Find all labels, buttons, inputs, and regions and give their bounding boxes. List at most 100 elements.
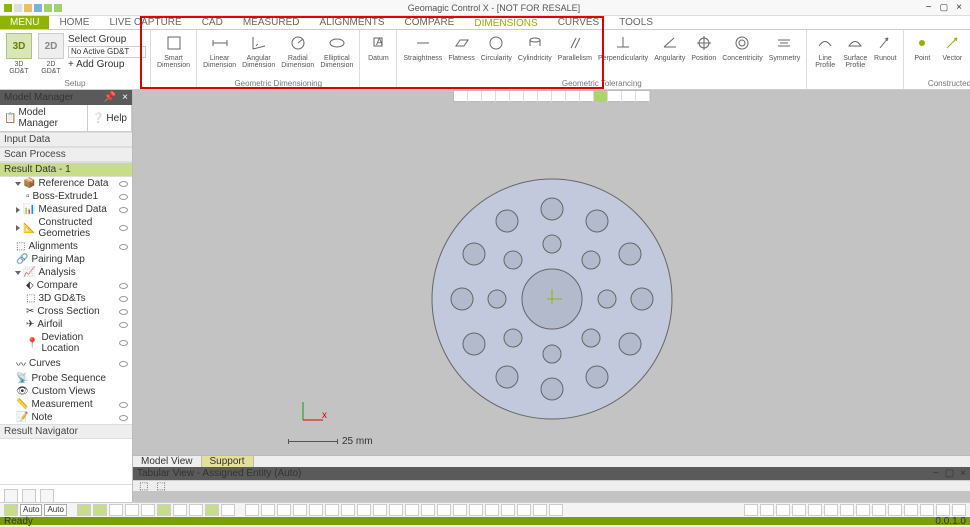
st-27[interactable] — [501, 504, 515, 516]
st-18[interactable] — [357, 504, 371, 516]
tree-3d-gdts[interactable]: ⬚3D GD&Ts — [0, 292, 132, 305]
st-1[interactable] — [77, 504, 91, 516]
tree-reference-data[interactable]: 📦Reference Data — [0, 177, 132, 190]
st-3[interactable] — [109, 504, 123, 516]
model-view-tab[interactable]: Model View — [133, 456, 202, 467]
vp-tool-5[interactable] — [510, 91, 524, 102]
cylindricity-button[interactable]: Cylindricity — [516, 32, 554, 63]
tree-note[interactable]: 📝Note — [0, 411, 132, 424]
vp-tool-2[interactable] — [468, 91, 482, 102]
vp-tool-14[interactable] — [636, 91, 650, 102]
panel-tool-3[interactable] — [40, 489, 54, 503]
st-r14[interactable] — [952, 504, 966, 516]
vp-tool-11[interactable] — [594, 91, 608, 102]
minimize-icon[interactable]: − — [926, 2, 932, 13]
st-r4[interactable] — [792, 504, 806, 516]
st-9[interactable] — [205, 504, 219, 516]
st-28[interactable] — [517, 504, 531, 516]
vp-tool-6[interactable] — [524, 91, 538, 102]
st-r10[interactable] — [888, 504, 902, 516]
position-button[interactable]: Position — [689, 32, 718, 63]
gdt-2d-button[interactable]: 2D 2DGD&T — [36, 32, 66, 76]
st-11[interactable] — [245, 504, 259, 516]
symmetry-button[interactable]: Symmetry — [767, 32, 803, 63]
st-15[interactable] — [309, 504, 323, 516]
st-r2[interactable] — [760, 504, 774, 516]
result-data-section[interactable]: Result Data - 1 — [0, 162, 132, 177]
st-7[interactable] — [173, 504, 187, 516]
flatness-button[interactable]: Flatness — [446, 32, 476, 63]
st-r9[interactable] — [872, 504, 886, 516]
elliptical-dimension-button[interactable]: EllipticalDimension — [318, 32, 355, 70]
vp-tool-3[interactable] — [482, 91, 496, 102]
tree-custom-views[interactable]: 👁Custom Views — [0, 385, 132, 398]
st-r8[interactable] — [856, 504, 870, 516]
angular-dimension-button[interactable]: AngularDimension — [240, 32, 277, 70]
surface-profile-button[interactable]: SurfaceProfile — [841, 32, 869, 70]
panel-tool-2[interactable] — [22, 489, 36, 503]
tree-analysis[interactable]: 📈Analysis — [0, 266, 132, 279]
st-17[interactable] — [341, 504, 355, 516]
vp-tool-8[interactable] — [552, 91, 566, 102]
st-5[interactable] — [141, 504, 155, 516]
straightness-button[interactable]: Straightness — [401, 32, 444, 63]
close-icon[interactable]: × — [956, 2, 962, 13]
st-10[interactable] — [221, 504, 235, 516]
parallelism-button[interactable]: Parallelism — [556, 32, 594, 63]
result-navigator-section[interactable]: Result Navigator — [0, 424, 132, 439]
help-tab[interactable]: ❔Help — [88, 105, 132, 131]
menu-tab-tools[interactable]: TOOLS — [609, 16, 663, 29]
tree-boss-extrude[interactable]: ▫Boss-Extrude1 — [0, 190, 132, 203]
st-4[interactable] — [125, 504, 139, 516]
st-23[interactable] — [437, 504, 451, 516]
concentricity-button[interactable]: Concentricity — [720, 32, 764, 63]
st-8[interactable] — [189, 504, 203, 516]
panel-close-icon[interactable]: × — [122, 92, 128, 103]
tree-cross-section[interactable]: ✂Cross Section — [0, 305, 132, 318]
tree-alignments[interactable]: ⬚Alignments — [0, 240, 132, 253]
qat-save-icon[interactable] — [34, 4, 42, 12]
st-20[interactable] — [389, 504, 403, 516]
tree-probe[interactable]: 📡Probe Sequence — [0, 372, 132, 385]
point-button[interactable]: Point — [908, 32, 936, 63]
tree-curves[interactable]: 〰Curves — [0, 355, 132, 372]
gdt-3d-button[interactable]: 3D 3DGD&T — [4, 32, 34, 76]
tabular-view-header[interactable]: Tabular View - Assigned Entity (Auto) −▢… — [133, 467, 970, 480]
tabular-tab-1[interactable]: ⬚ — [139, 481, 148, 492]
tree-deviation[interactable]: 📍Deviation Location — [0, 331, 132, 355]
tabular-tab-2[interactable]: ⬚ — [156, 481, 165, 492]
panel-tool-1[interactable] — [4, 489, 18, 503]
tree-constructed[interactable]: 📐Constructed Geometries — [0, 216, 132, 240]
qat-redo-icon[interactable] — [54, 4, 62, 12]
smart-dimension-button[interactable]: SmartDimension — [155, 32, 192, 70]
input-data-section[interactable]: Input Data — [0, 132, 132, 147]
st-r11[interactable] — [904, 504, 918, 516]
st-29[interactable] — [533, 504, 547, 516]
st-21[interactable] — [405, 504, 419, 516]
menu-tab-live-capture[interactable]: LIVE CAPTURE — [99, 16, 191, 29]
st-12[interactable] — [261, 504, 275, 516]
runout-button[interactable]: Runout — [871, 32, 899, 63]
datum-button[interactable]: A Datum — [364, 32, 392, 63]
st-30[interactable] — [549, 504, 563, 516]
st-16[interactable] — [325, 504, 339, 516]
auto-combo-2[interactable]: Auto — [44, 504, 66, 516]
st-22[interactable] — [421, 504, 435, 516]
st-r13[interactable] — [936, 504, 950, 516]
menu-tab-dimensions[interactable]: DIMENSIONS — [464, 16, 547, 29]
auto-combo-1[interactable]: Auto — [20, 504, 42, 516]
st-19[interactable] — [373, 504, 387, 516]
vp-tool-4[interactable] — [496, 91, 510, 102]
st-2[interactable] — [93, 504, 107, 516]
line-profile-button[interactable]: LineProfile — [811, 32, 839, 70]
support-tab[interactable]: Support — [202, 456, 254, 467]
tree-compare[interactable]: ⬖Compare — [0, 279, 132, 292]
active-gdt-combo[interactable]: No Active GD&T — [68, 46, 146, 58]
vp-tool-1[interactable] — [454, 91, 468, 102]
tree-pairing[interactable]: 🔗Pairing Map — [0, 253, 132, 266]
radial-dimension-button[interactable]: RadialDimension — [279, 32, 316, 70]
angularity-button[interactable]: Angularity — [652, 32, 687, 63]
tree-measurement[interactable]: 📏Measurement — [0, 398, 132, 411]
qat-new-icon[interactable] — [14, 4, 22, 12]
linear-dimension-button[interactable]: LinearDimension — [201, 32, 238, 70]
